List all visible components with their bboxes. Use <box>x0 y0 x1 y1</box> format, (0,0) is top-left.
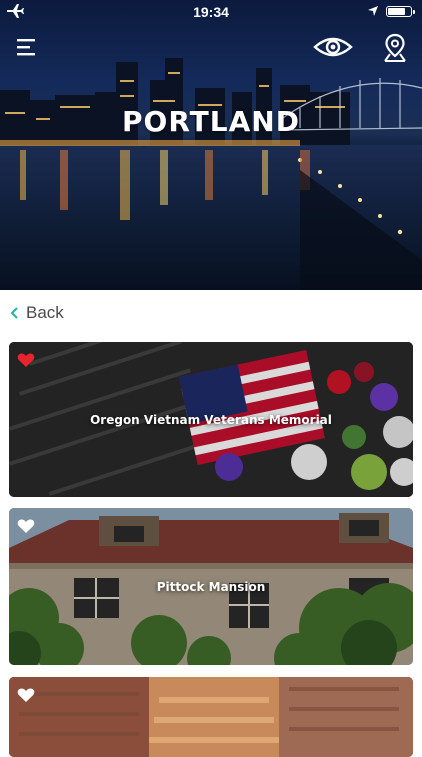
chevron-left-icon <box>10 307 18 319</box>
back-button[interactable]: Back <box>10 300 64 326</box>
map-pin-icon[interactable] <box>382 32 408 64</box>
favorite-heart-icon[interactable] <box>17 352 35 368</box>
status-bar: 19:34 <box>0 0 422 24</box>
status-time: 19:34 <box>193 4 229 20</box>
place-title: Oregon Vietnam Veterans Memorial <box>90 412 332 427</box>
place-title: Pittock Mansion <box>156 579 266 594</box>
favorite-heart-icon[interactable] <box>17 518 35 534</box>
city-skyline-image <box>0 58 422 290</box>
place-card[interactable]: Pittock Mansion <box>9 508 413 665</box>
eye-icon[interactable] <box>313 33 353 61</box>
city-title: PORTLAND <box>122 105 300 138</box>
place-photo <box>9 677 413 757</box>
favorite-heart-icon[interactable] <box>17 687 35 703</box>
back-label: Back <box>26 303 64 322</box>
menu-icon[interactable] <box>15 36 39 58</box>
place-card[interactable] <box>9 677 413 757</box>
hero-banner: 19:34 PORTLAND <box>0 0 422 290</box>
location-arrow-icon <box>368 6 378 16</box>
battery-icon <box>386 6 415 17</box>
place-card[interactable]: Oregon Vietnam Veterans Memorial <box>9 342 413 497</box>
